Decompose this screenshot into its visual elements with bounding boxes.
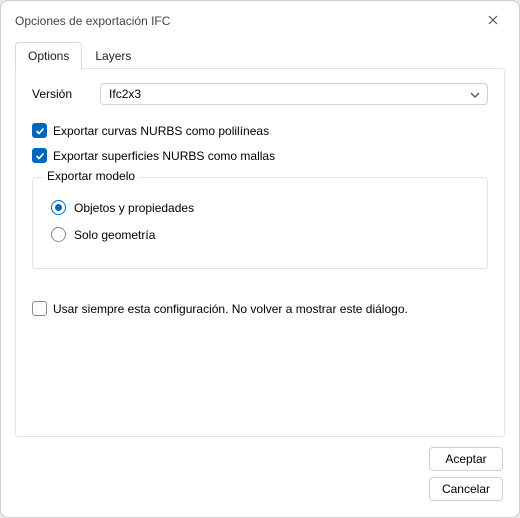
- export-curves-label: Exportar curvas NURBS como polilíneas: [53, 124, 269, 138]
- radio-objects-label: Objetos y propiedades: [74, 201, 194, 215]
- checkbox-checked-icon: [32, 123, 47, 138]
- ifc-export-dialog: Opciones de exportación IFC Options Laye…: [0, 0, 520, 518]
- remember-label: Usar siempre esta configuración. No volv…: [53, 302, 408, 316]
- version-selected-value: Ifc2x3: [109, 87, 141, 101]
- tab-options[interactable]: Options: [15, 42, 82, 69]
- close-button[interactable]: [475, 9, 511, 33]
- radio-objects[interactable]: Objetos y propiedades: [51, 200, 473, 215]
- checkbox-checked-icon: [32, 148, 47, 163]
- dialog-buttons: Aceptar Cancelar: [1, 447, 519, 517]
- export-surfaces-label: Exportar superficies NURBS como mallas: [53, 149, 275, 163]
- checkbox-unchecked-icon: [32, 301, 47, 316]
- window-title: Opciones de exportación IFC: [15, 14, 170, 28]
- titlebar: Opciones de exportación IFC: [1, 1, 519, 41]
- tab-layers-label: Layers: [95, 49, 131, 63]
- close-icon: [488, 14, 498, 28]
- export-model-group: Exportar modelo Objetos y propiedades So…: [32, 177, 488, 269]
- tab-options-label: Options: [28, 49, 69, 63]
- radio-unselected-icon: [51, 227, 66, 242]
- accept-button-label: Aceptar: [445, 452, 486, 466]
- version-select-wrap: Ifc2x3: [100, 83, 488, 105]
- radio-geometry-label: Solo geometría: [74, 228, 155, 242]
- tabbar: Options Layers: [1, 41, 519, 68]
- cancel-button-label: Cancelar: [442, 482, 490, 496]
- export-surfaces-checkbox[interactable]: Exportar superficies NURBS como mallas: [32, 148, 488, 163]
- export-model-legend: Exportar modelo: [43, 169, 139, 183]
- remember-checkbox[interactable]: Usar siempre esta configuración. No volv…: [32, 301, 488, 316]
- version-label: Versión: [32, 87, 72, 101]
- options-panel: Versión Ifc2x3 Exportar curvas NURBS com…: [15, 68, 505, 437]
- version-select[interactable]: Ifc2x3: [100, 83, 488, 105]
- radio-geometry[interactable]: Solo geometría: [51, 227, 473, 242]
- cancel-button[interactable]: Cancelar: [429, 477, 503, 501]
- accept-button[interactable]: Aceptar: [429, 447, 503, 471]
- export-curves-checkbox[interactable]: Exportar curvas NURBS como polilíneas: [32, 123, 488, 138]
- tab-layers[interactable]: Layers: [82, 42, 144, 69]
- version-row: Versión Ifc2x3: [32, 83, 488, 105]
- radio-selected-icon: [51, 200, 66, 215]
